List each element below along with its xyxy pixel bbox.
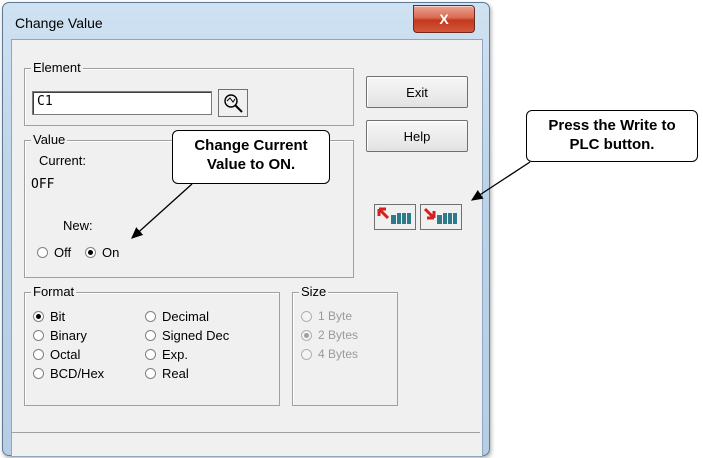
element-lookup-button[interactable] [218,89,248,117]
radio-label: Bit [50,309,66,324]
radio-label: BCD/Hex [50,366,105,381]
radio-label: Octal [50,347,81,362]
radio-label: 4 Bytes [318,347,359,361]
current-value: OFF [31,177,55,192]
size-group: Size 1 Byte 2 Bytes 4 Bytes [292,285,398,406]
format-signed-dec-radio[interactable]: Signed Dec [145,328,229,343]
dialog-window: Change Value X Element C1 Value Current:… [2,2,490,457]
size-group-legend: Size [299,284,329,299]
radio-label: Exp. [162,347,189,362]
magnifier-lookup-icon [224,94,243,113]
format-group-legend: Format [31,284,77,299]
format-binary-radio[interactable]: Binary [33,328,87,343]
exit-button[interactable]: Exit [366,76,468,108]
radio-label: Real [162,366,189,381]
radio-label: Off [54,245,72,260]
format-bcd-hex-radio[interactable]: BCD/Hex [33,366,104,381]
radio-icon [145,368,156,379]
current-label: Current: [39,153,86,168]
radio-icon [33,330,44,341]
radio-label: 2 Bytes [318,328,359,342]
element-input[interactable]: C1 [32,91,212,115]
radio-icon [37,247,48,258]
radio-label: Binary [50,328,87,343]
new-off-radio[interactable]: Off [37,245,71,260]
radio-icon [33,349,44,360]
callout-write-plc-text: Press the Write to PLC button. [548,117,676,153]
window-title: Change Value [15,15,103,31]
size-1-byte-radio[interactable]: 1 Byte [301,309,352,323]
size-4-bytes-radio[interactable]: 4 Bytes [301,347,358,361]
radio-icon [33,368,44,379]
new-label: New: [63,218,93,233]
format-bit-radio[interactable]: Bit [33,309,65,324]
close-button[interactable]: X [413,5,475,33]
radio-selected-icon [33,311,44,322]
help-button[interactable]: Help [366,120,468,152]
status-bar [12,432,480,455]
element-group-legend: Element [31,60,83,75]
read-from-plc-button[interactable] [374,204,416,230]
value-group-legend: Value [31,132,68,147]
callout-write-plc: Press the Write to PLC button. [526,110,698,162]
radio-label: On [102,245,120,260]
radio-icon [145,330,156,341]
format-real-radio[interactable]: Real [145,366,189,381]
format-decimal-radio[interactable]: Decimal [145,309,209,324]
element-group: Element C1 [24,61,354,126]
format-exp-radio[interactable]: Exp. [145,347,188,362]
new-on-radio[interactable]: On [85,245,119,260]
dialog-client-area: Element C1 Value Current: OFF New: Off O… [11,39,483,457]
radio-label: Signed Dec [162,328,230,343]
format-octal-radio[interactable]: Octal [33,347,80,362]
radio-selected-icon [85,247,96,258]
size-2-bytes-radio[interactable]: 2 Bytes [301,328,358,342]
radio-icon [145,311,156,322]
radio-icon [145,349,156,360]
callout-change-value-text: Change Current Value to ON. [194,137,308,173]
radio-selected-icon [301,329,312,341]
close-icon: X [439,11,449,27]
radio-icon [301,348,312,360]
format-group: Format Bit Decimal Binary Signed Dec Oct… [24,285,280,406]
write-to-plc-button[interactable] [420,204,462,230]
radio-icon [301,310,312,322]
write-to-plc-icon [423,207,457,224]
read-from-plc-icon [377,207,411,224]
radio-label: Decimal [162,309,209,324]
callout-change-value: Change Current Value to ON. [172,130,330,184]
radio-label: 1 Byte [318,309,353,323]
